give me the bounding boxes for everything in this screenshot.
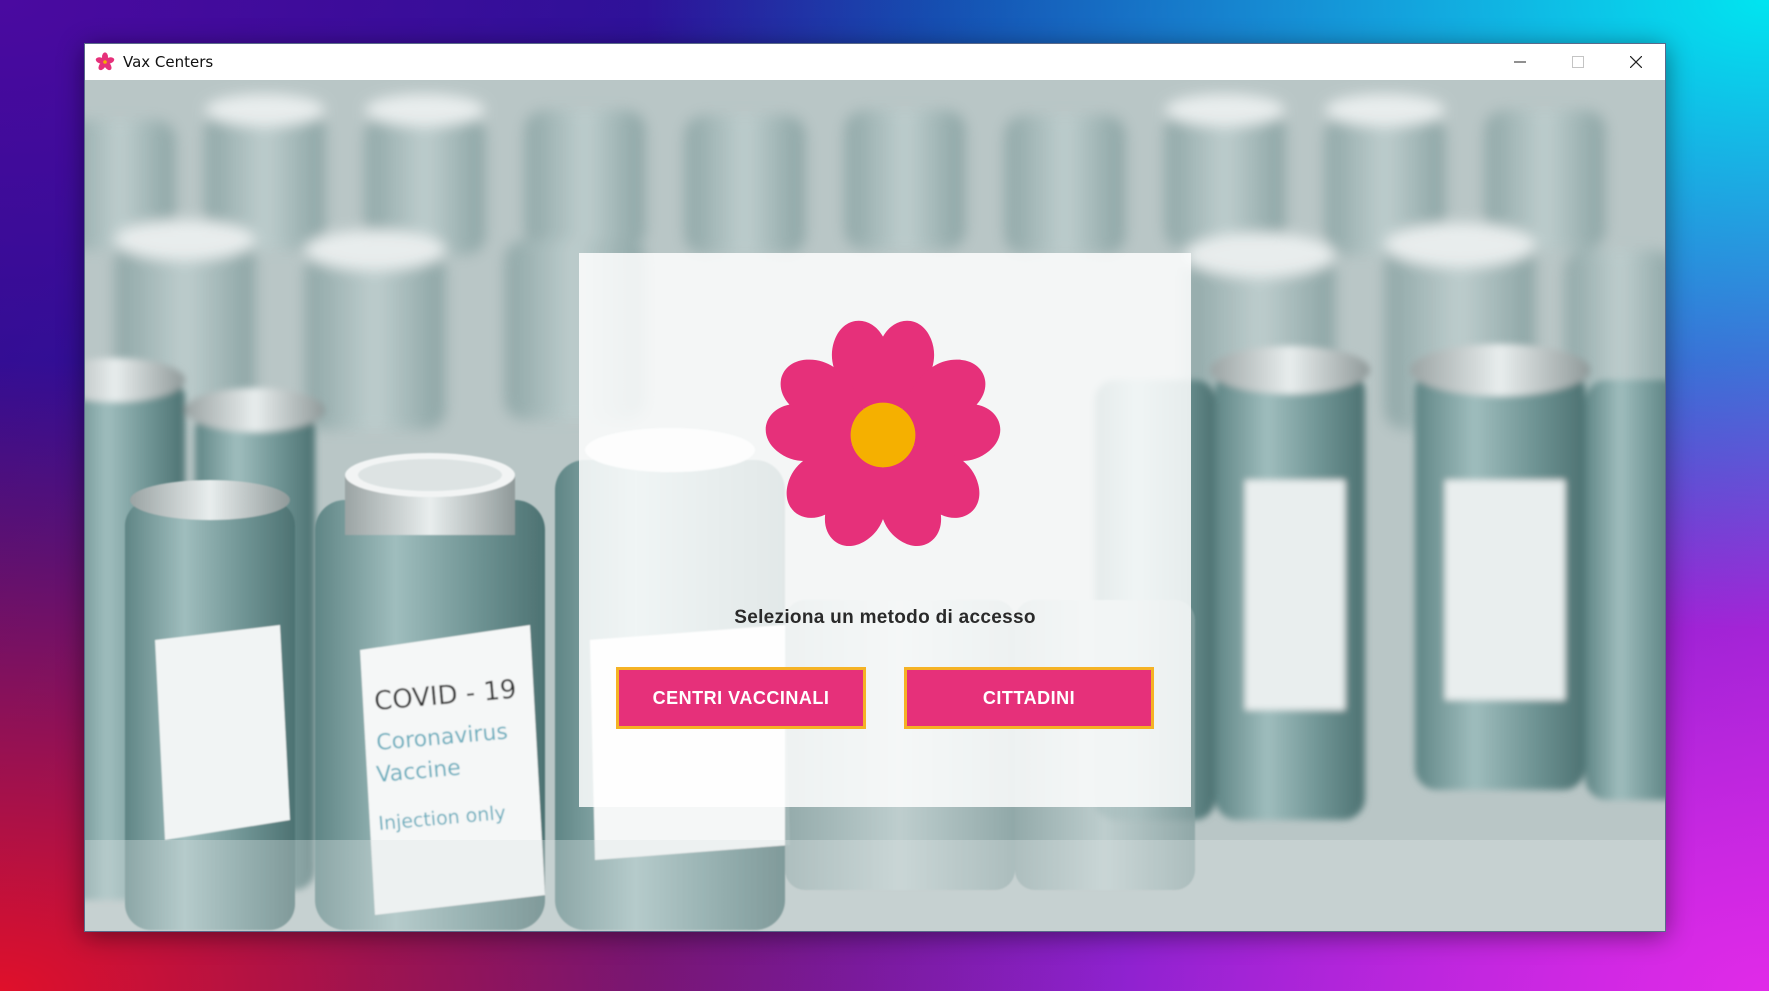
centri-vaccinali-button[interactable]: CENTRI VACCINALI	[616, 667, 866, 729]
main-content: COVID - 19 Coronavirus Vaccine Injection…	[85, 80, 1665, 931]
flower-logo-icon	[765, 320, 1001, 546]
title-bar[interactable]: Vax Centers	[85, 44, 1665, 81]
window-controls	[1491, 44, 1665, 80]
close-button[interactable]	[1607, 44, 1665, 80]
close-icon	[1630, 56, 1642, 68]
login-card: Seleziona un metodo di accesso CENTRI VA…	[579, 253, 1191, 807]
minimize-icon	[1514, 61, 1526, 63]
maximize-button[interactable]	[1549, 44, 1607, 80]
minimize-button[interactable]	[1491, 44, 1549, 80]
window-title: Vax Centers	[123, 53, 214, 71]
access-method-prompt: Seleziona un metodo di accesso	[734, 607, 1036, 628]
app-window: Vax Centers COVID - 19 Coronavirus Vacci…	[84, 43, 1666, 932]
maximize-icon	[1572, 56, 1584, 68]
flower-icon	[95, 52, 115, 71]
cittadini-button[interactable]: CITTADINI	[904, 667, 1154, 729]
